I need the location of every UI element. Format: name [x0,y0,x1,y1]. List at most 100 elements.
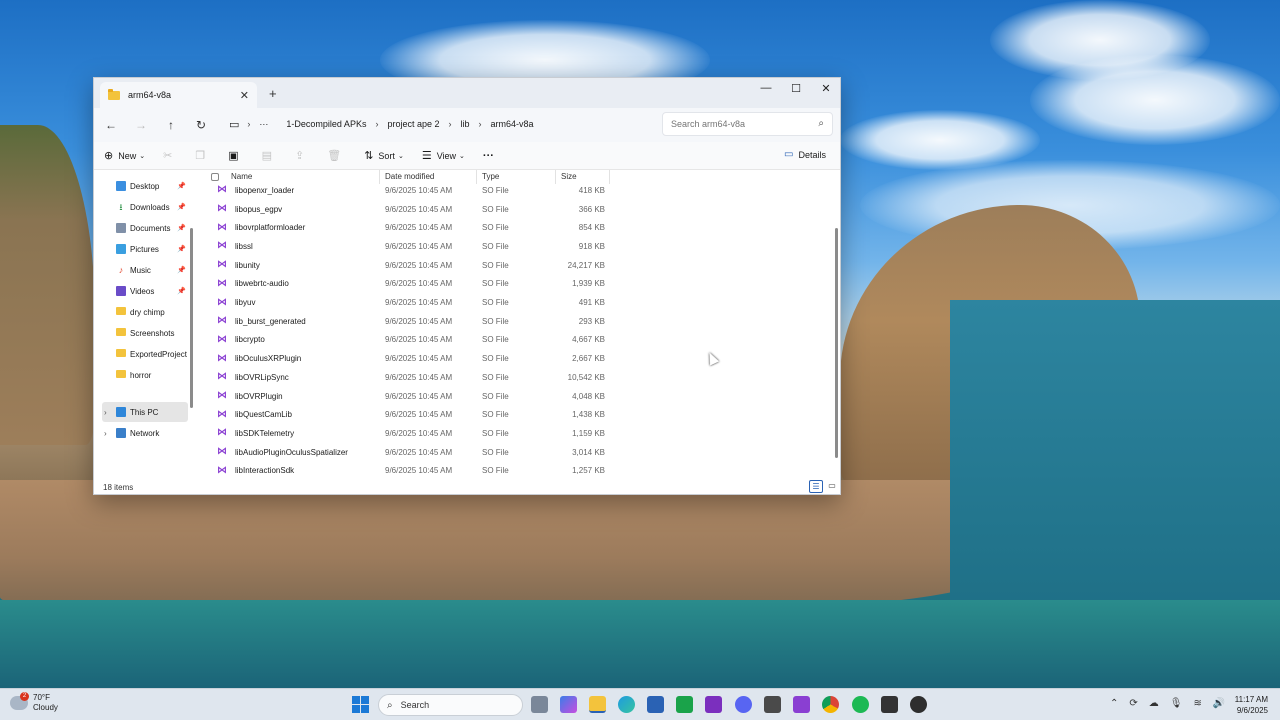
column-header-size[interactable]: Size [561,172,577,181]
system-tray: ⌃ ⟳ ☁ 🎙 ≋ 🔊 [1110,698,1236,709]
forward-button[interactable]: → [126,118,156,132]
delete-button[interactable]: 🗑 [327,149,346,162]
cut-button[interactable]: ✂ [163,149,177,162]
search-input[interactable] [671,119,811,129]
store-icon[interactable] [647,696,664,713]
table-row[interactable]: ⋈ libSDKTelemetry 9/6/2025 10:45 AM SO File… [199,424,619,443]
refresh-button[interactable]: ↻ [186,118,216,132]
chevron-right-icon[interactable]: › [104,429,107,438]
details-view-button[interactable]: ☰ [809,480,823,493]
file-name: libwebrtc-audio [235,279,289,289]
back-button[interactable]: ← [96,118,126,132]
table-row[interactable]: ⋈ libovrplatformloader 9/6/2025 10:45 AM SO… [199,218,619,237]
weather-widget[interactable]: 2 70°F Cloudy [10,692,58,713]
breadcrumb-project-ape-2[interactable]: project ape 2 [387,119,439,129]
tiles-view-button[interactable]: ▭ [825,480,839,493]
microphone-icon[interactable]: 🎙 [1170,698,1183,709]
table-row[interactable]: ⋈ libopenxr_loader 9/6/2025 10:45 AM SO Fil… [199,181,619,200]
tab-arm64-v8a[interactable]: arm64-v8a ✕ [100,82,257,108]
start-button[interactable] [352,696,369,713]
new-button[interactable]: ⊕ New ⌄ [104,149,145,162]
copy-button[interactable]: ❐ [195,149,210,162]
wifi-icon[interactable]: ≋ [1193,698,1201,709]
chevron-up-icon[interactable]: ⌃ [1110,698,1118,709]
file-size: 1,939 KB [572,279,605,289]
up-button[interactable]: ↑ [156,118,186,132]
more-options-button[interactable]: ··· [483,150,494,162]
sidebar-item-pictures[interactable]: Pictures 📌 [102,240,188,258]
sidebar-item-documents[interactable]: Documents 📌 [102,219,188,237]
table-row[interactable]: ⋈ lib_burst_generated 9/6/2025 10:45 AM SO … [199,312,619,331]
app-icon[interactable] [676,696,693,713]
file-explorer-window[interactable]: arm64-v8a ✕ + — ☐ ✕ ← → ↑ ↻ ▭ › ··· 1-De… [93,77,841,495]
sidebar-item-dry-chimp[interactable]: dry chimp [102,303,188,321]
sidebar-item-exportedproject[interactable]: ExportedProject [102,345,188,363]
table-row[interactable]: ⋈ libAudioPluginOculusSpatializer 9/6/2025… [199,443,619,462]
visual-studio-file-icon: ⋈ [217,352,227,364]
column-header-name[interactable]: Name [231,172,252,181]
table-row[interactable]: ⋈ libOVRPlugin 9/6/2025 10:45 AM SO File 4,0… [199,387,619,406]
task-view-icon[interactable] [531,696,548,713]
app-icon[interactable] [793,696,810,713]
discord-icon[interactable] [735,696,752,713]
sort-button[interactable]: ⇅ Sort ⌄ [364,149,404,162]
chrome-icon[interactable] [822,696,839,713]
sidebar-item-horror[interactable]: horror [102,366,188,384]
sidebar-item-videos[interactable]: Videos 📌 [102,282,188,300]
file-explorer-icon[interactable] [589,696,606,713]
table-row[interactable]: ⋈ libOVRLipSync 9/6/2025 10:45 AM SO File 10… [199,368,619,387]
sidebar-item-this-pc[interactable]: › This PC [102,402,188,422]
breadcrumb[interactable]: ▭ › ··· 1-Decompiled APKs › project ape … [229,112,654,136]
this-pc-icon[interactable]: ▭ [229,118,239,131]
chevron-right-icon[interactable]: › [104,408,107,417]
minimize-button[interactable]: — [754,82,778,100]
table-row[interactable]: ⋈ libQuestCamLib 9/6/2025 10:45 AM SO File 1… [199,405,619,424]
rename-button[interactable]: ▤ [262,149,277,162]
table-row[interactable]: ⋈ libOculusXRPlugin 9/6/2025 10:45 AM SO Fi… [199,349,619,368]
search-box[interactable]: ⌕ [662,112,833,136]
paste-button[interactable]: ▣ [228,149,243,162]
sidebar-item-screenshots[interactable]: Screenshots [102,324,188,342]
cloud-icon[interactable]: ☁ [1149,698,1159,709]
sidebar-item-network[interactable]: › Network [102,424,188,442]
maximize-button[interactable]: ☐ [784,82,808,100]
sidebar-item-downloads[interactable]: ⭳ Downloads 📌 [102,198,188,216]
spotify-icon[interactable] [852,696,869,713]
speaker-icon[interactable]: 🔊 [1213,698,1225,709]
close-window-button[interactable]: ✕ [814,82,838,100]
new-tab-button[interactable]: + [269,86,277,101]
breadcrumb-more[interactable]: ··· [259,119,268,129]
select-all-checkbox[interactable] [211,173,219,181]
unity-icon[interactable] [764,696,781,713]
file-list-scrollbar[interactable] [835,228,838,458]
breadcrumb-lib[interactable]: lib [461,119,470,129]
edge-icon[interactable] [618,696,635,713]
sidebar-item-desktop[interactable]: Desktop 📌 [102,177,188,195]
clock[interactable]: 11:17 AM 9/6/2025 [1226,694,1268,716]
table-row[interactable]: ⋈ libssl 9/6/2025 10:45 AM SO File 918 KB [199,237,619,256]
app-icon[interactable] [910,696,927,713]
breadcrumb-decompiled-apks[interactable]: 1-Decompiled APKs [286,119,366,129]
breadcrumb-arm64-v8a[interactable]: arm64-v8a [491,119,534,129]
details-button[interactable]: ▭ Details [784,149,826,160]
sidebar-item-music[interactable]: ♪ Music 📌 [102,261,188,279]
column-header-date[interactable]: Date modified [385,172,434,181]
sidebar-scrollbar[interactable] [190,228,193,408]
music-icon: ♪ [118,265,124,275]
table-row[interactable]: ⋈ libcrypto 9/6/2025 10:45 AM SO File 4,667 … [199,331,619,350]
table-row[interactable]: ⋈ libyuv 9/6/2025 10:45 AM SO File 491 KB [199,293,619,312]
app-icon[interactable] [881,696,898,713]
share-button[interactable]: ⇪ [295,149,309,162]
table-row[interactable]: ⋈ libopus_egpv 9/6/2025 10:45 AM SO File 366… [199,200,619,219]
taskbar-search[interactable]: ⌕ Search [378,694,523,716]
table-row[interactable]: ⋈ libwebrtc-audio 9/6/2025 10:45 AM SO File… [199,275,619,294]
copilot-icon[interactable] [560,696,577,713]
table-row[interactable]: ⋈ libunity 9/6/2025 10:45 AM SO File 24,217 … [199,256,619,275]
sync-icon[interactable]: ⟳ [1129,698,1137,709]
title-bar[interactable]: arm64-v8a ✕ + — ☐ ✕ [94,78,840,108]
table-row[interactable]: ⋈ libInteractionSdk 9/6/2025 10:45 AM SO Fi… [199,462,619,475]
close-tab-icon[interactable]: ✕ [240,89,249,102]
view-button[interactable]: ☰ View ⌄ [422,149,465,162]
app-icon[interactable] [705,696,722,713]
column-header-type[interactable]: Type [482,172,499,181]
